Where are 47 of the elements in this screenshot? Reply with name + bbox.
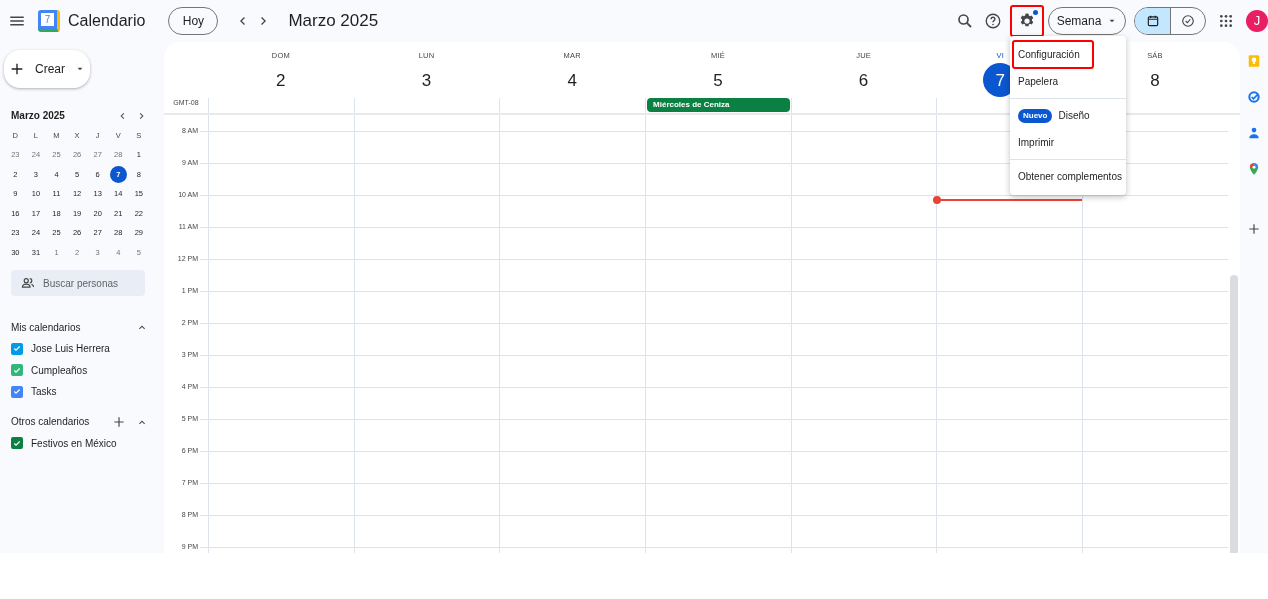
calendar-logo: 7 — [38, 10, 60, 32]
plus-icon — [9, 61, 25, 77]
new-badge: Nuevo — [1018, 108, 1053, 123]
user-avatar[interactable]: J — [1246, 10, 1268, 32]
plus-icon[interactable] — [1247, 222, 1261, 236]
menu-item[interactable]: Nuevo Diseño — [1010, 102, 1126, 129]
menu-item[interactable]: Obtener complementos — [1010, 163, 1126, 190]
section-title: Mis calendarios — [11, 320, 82, 335]
plus-icon[interactable] — [112, 414, 126, 429]
scrollbar[interactable] — [1230, 275, 1238, 553]
checkbox[interactable] — [11, 364, 23, 377]
calendar-name: Festivos en México — [31, 436, 117, 451]
mini-calendar-title: Marzo 2025 — [11, 109, 66, 123]
calendar-name: Jose Luis Herrera — [31, 342, 110, 357]
day-number[interactable]: 3 — [409, 63, 444, 98]
calendar-icon — [1145, 14, 1160, 28]
calendar-name: Tasks — [31, 385, 57, 400]
check-circle-icon[interactable] — [1247, 90, 1261, 104]
day-number[interactable]: 6 — [846, 63, 881, 98]
checkmark-icon — [13, 438, 21, 448]
checkmark-icon — [13, 365, 21, 375]
help-icon[interactable] — [984, 12, 1002, 30]
map-pin-icon[interactable] — [1247, 162, 1261, 176]
create-button[interactable]: Crear — [4, 50, 90, 88]
day-number[interactable]: 4 — [555, 63, 590, 98]
person-icon[interactable] — [1247, 126, 1261, 140]
search-people-input[interactable]: Buscar personas — [43, 275, 133, 291]
checkbox[interactable] — [11, 342, 23, 355]
day-number[interactable]: 8 — [1137, 63, 1172, 98]
apps-grid-icon[interactable] — [1218, 13, 1234, 29]
all-day-event[interactable]: Miércoles de Ceniza — [647, 98, 790, 112]
checkbox[interactable] — [11, 437, 23, 450]
app-title: Calendario — [68, 11, 146, 31]
calendar-name: Cumpleaños — [31, 363, 88, 378]
period-title: Marzo 2025 — [288, 10, 379, 33]
checkmark-icon — [13, 344, 21, 354]
calendar-view-toggle[interactable] — [1135, 8, 1170, 34]
check-circle-icon — [1181, 14, 1195, 28]
section-title: Otros calendarios — [11, 415, 91, 429]
search-icon[interactable] — [956, 12, 974, 30]
people-icon — [21, 276, 35, 290]
search-people-field[interactable]: Buscar personas — [11, 270, 145, 296]
menu-item[interactable]: Imprimir — [1010, 129, 1126, 156]
day-number[interactable]: 2 — [263, 63, 298, 98]
checkmark-icon — [13, 387, 21, 397]
day-number[interactable]: 5 — [700, 63, 735, 98]
checkbox[interactable] — [11, 385, 23, 398]
